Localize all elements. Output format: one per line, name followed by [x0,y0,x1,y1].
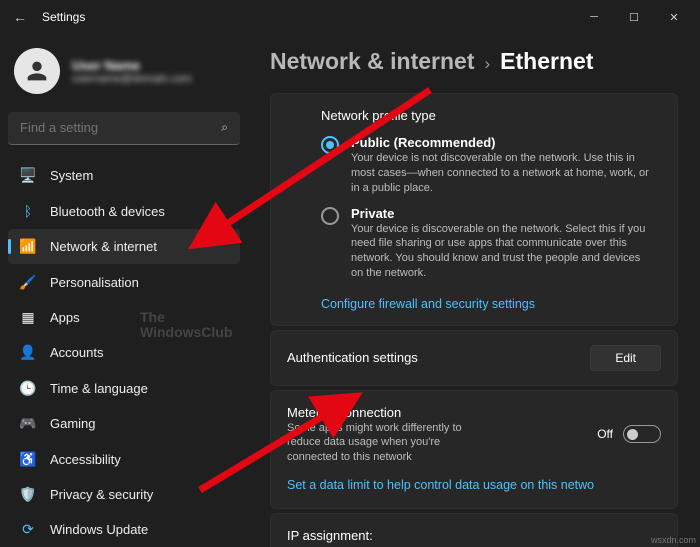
sidebar-item-label: Gaming [50,416,96,431]
auth-title: Authentication settings [287,350,590,365]
data-limit-link[interactable]: Set a data limit to help control data us… [287,478,594,492]
search-input-wrapper[interactable]: ⌕ [8,112,240,145]
gaming-icon: 🎮 [20,416,36,432]
maximize-button[interactable]: ☐ [614,2,654,32]
update-icon: ⟳ [20,522,36,538]
clock-icon: 🕒 [20,380,36,396]
breadcrumb: Network & internet › Ethernet [270,48,678,75]
edit-button[interactable]: Edit [590,345,661,371]
sidebar-item-network[interactable]: 📶 Network & internet [8,229,240,263]
radio-title: Private [351,206,651,221]
radio-desc: Your device is discoverable on the netwo… [351,222,651,281]
sidebar-item-label: Network & internet [50,239,157,254]
window-title: Settings [34,10,574,24]
radio-title: Public (Recommended) [351,135,651,150]
sidebar-item-bluetooth[interactable]: ᛒ Bluetooth & devices [8,194,240,228]
metered-sub: Some apps might work differently to redu… [287,421,487,464]
search-icon: ⌕ [221,120,228,135]
metered-row: Metered connection Some apps might work … [270,390,678,509]
radio-desc: Your device is not discoverable on the n… [351,151,651,196]
sidebar-item-privacy[interactable]: 🛡️ Privacy & security [8,477,240,511]
sidebar-item-gaming[interactable]: 🎮 Gaming [8,406,240,440]
ip-row: IP assignment: [270,513,678,547]
avatar [14,48,60,94]
person-icon [23,57,51,85]
sidebar-item-label: Apps [50,310,80,325]
profile-email: username@domain.com [72,73,192,85]
panel-heading: Network profile type [321,108,661,123]
apps-icon: ▦ [20,309,36,325]
minimize-button[interactable]: ─ [574,2,614,32]
brush-icon: 🖌️ [20,274,36,290]
sidebar-item-update[interactable]: ⟳ Windows Update [8,513,240,547]
profile-name: User Name [72,58,192,73]
credit: wsxdn.com [651,535,696,545]
sidebar-item-label: Bluetooth & devices [50,204,165,219]
network-profile-panel: Network profile type Public (Recommended… [270,93,678,326]
metered-title: Metered connection [287,405,597,420]
sidebar-item-apps[interactable]: ▦ Apps [8,300,240,334]
radio-indicator-public[interactable] [321,136,339,154]
auth-settings-row: Authentication settings Edit [270,330,678,386]
sidebar-item-personalisation[interactable]: 🖌️ Personalisation [8,265,240,299]
accounts-icon: 👤 [20,345,36,361]
back-button[interactable]: ← [6,9,34,25]
radio-private[interactable]: Private Your device is discoverable on t… [321,206,661,281]
ip-title: IP assignment: [287,528,661,543]
sidebar-item-label: Accounts [50,345,103,360]
sidebar-item-label: System [50,168,93,183]
bluetooth-icon: ᛒ [20,203,36,219]
nav-list: 🖥️ System ᛒ Bluetooth & devices 📶 Network &… [8,159,240,547]
radio-indicator-private[interactable] [321,207,339,225]
sidebar-item-label: Time & language [50,381,148,396]
metered-toggle[interactable] [623,425,661,443]
toggle-thumb [627,429,638,440]
bc-parent[interactable]: Network & internet [270,48,474,75]
accessibility-icon: ♿ [20,451,36,467]
sidebar-item-label: Accessibility [50,452,121,467]
close-button[interactable]: ✕ [654,2,694,32]
profile-block[interactable]: User Name username@domain.com [8,42,240,108]
sidebar-item-accessibility[interactable]: ♿ Accessibility [8,442,240,476]
search-input[interactable] [20,120,221,135]
wifi-icon: 📶 [20,239,36,255]
sidebar-item-time[interactable]: 🕒 Time & language [8,371,240,405]
sidebar-item-label: Windows Update [50,522,148,537]
radio-public[interactable]: Public (Recommended) Your device is not … [321,135,661,196]
sidebar-item-label: Privacy & security [50,487,153,502]
sidebar-item-system[interactable]: 🖥️ System [8,159,240,193]
bc-current: Ethernet [500,48,593,75]
shield-icon: 🛡️ [20,486,36,502]
sidebar-item-label: Personalisation [50,275,139,290]
firewall-link[interactable]: Configure firewall and security settings [321,297,535,311]
sidebar-item-accounts[interactable]: 👤 Accounts [8,336,240,370]
chevron-right-icon: › [484,54,490,74]
system-icon: 🖥️ [20,168,36,184]
toggle-state: Off [597,427,613,441]
